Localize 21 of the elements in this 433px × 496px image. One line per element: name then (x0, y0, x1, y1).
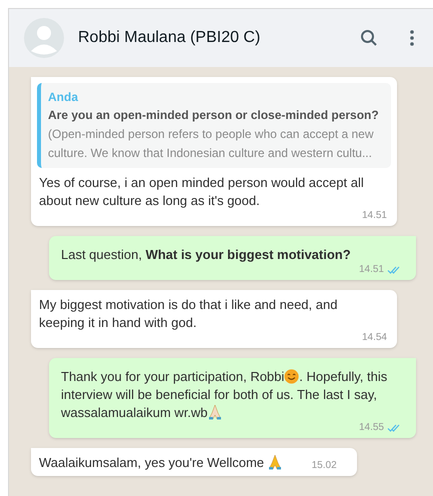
quote-title: Are you an open-minded person or close-minded person? (48, 107, 380, 124)
praying-hands-icon (208, 404, 222, 420)
smiling-face-icon (284, 369, 300, 384)
praying-hands-icon (268, 454, 282, 470)
quote-author: Anda (48, 89, 80, 106)
message-time: 14.51 (362, 210, 387, 222)
message-time: 14.51 (358, 264, 384, 276)
message-text: Last question, What is your biggest motivation? (61, 246, 352, 264)
message-time: 15.02 (312, 460, 337, 472)
message-text: Yes of course, i an open minded person would accept all about new culture as long as it's good. (39, 174, 365, 210)
search-icon (360, 29, 378, 47)
message-text: My biggest motivation is do that i like and need, and keeping it in hand with god. (39, 296, 338, 332)
contact-name: Robbi Maulana (PBI20 C) (78, 28, 262, 48)
message-time: 14.54 (362, 332, 387, 344)
avatar-icon (24, 18, 64, 58)
more-vertical-icon (410, 30, 414, 46)
message-text: Thank you for your participation, Robbi . Hopefully, this interview will be beneficial for both of us. The last I say, wassalamualaikum wr.wb (61, 368, 388, 422)
quote-text: (Open-minded person refers to people who can accept a new culture. We know that Indonesian culture and western cultu... (48, 126, 375, 162)
quoted-message[interactable]: Anda Are you an open-minded person or close-minded person? (Open-minded person refers to people who can accept a new culture. We know that Indonesian culture and western cultu... (37, 83, 391, 168)
message-text: Waalaikumsalam, yes you're Wellcome (39, 454, 282, 472)
message-time: 14.55 (358, 422, 384, 434)
